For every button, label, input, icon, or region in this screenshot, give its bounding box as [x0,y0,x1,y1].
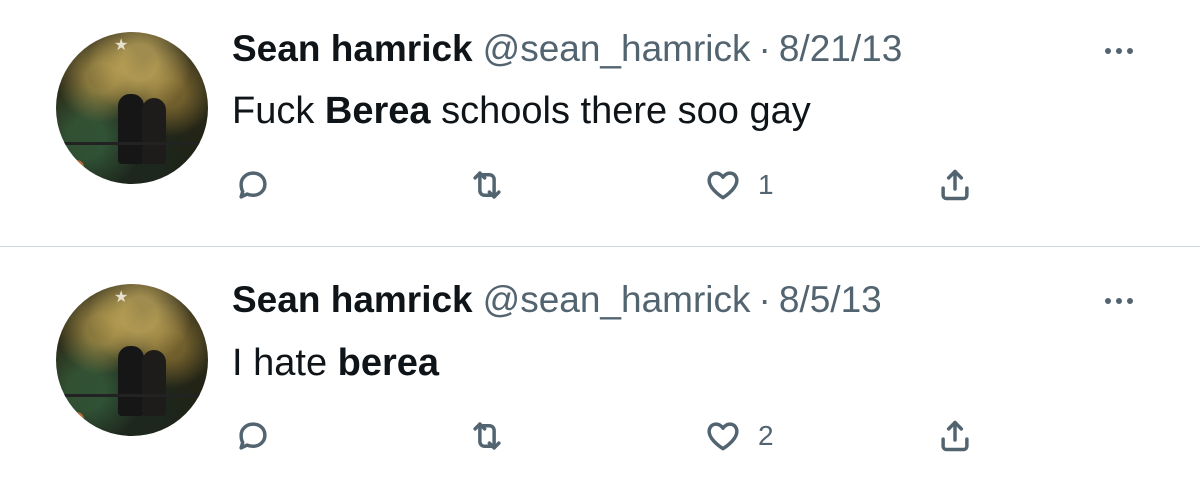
author-name[interactable]: Sean hamrick [232,279,473,321]
retweet-icon [473,422,501,450]
tweet[interactable]: ★ Sean hamrick @sean_hamrick · 8/5/13 I … [0,0,1200,452]
avatar-person [142,350,166,416]
like-button[interactable]: 2 [704,411,774,461]
author-handle[interactable]: @sean_hamrick [483,279,751,321]
separator-dot: · [758,279,771,320]
tweet-text-part: I hate [232,342,338,384]
retweet-button[interactable] [468,411,506,461]
more-icon[interactable] [1096,286,1142,316]
tweet-text-highlight: berea [337,342,440,384]
tweet-date[interactable]: 8/5/13 [779,279,882,321]
reply-icon [239,422,267,450]
avatar-person [118,346,144,416]
tweet-divider [0,246,1200,247]
reply-button[interactable] [234,411,272,461]
tweet-header: Sean hamrick @sean_hamrick · 8/5/13 [232,279,882,323]
heart-icon [707,422,739,451]
tweet-actions: 2 [0,411,1200,461]
tweet-text: I hate berea [232,342,439,385]
avatar-fence [56,394,208,397]
share-button[interactable] [936,411,974,461]
like-count: 2 [758,420,774,451]
tweet-feed: ★ Sean hamrick @sean_hamrick · 8/21/13 F… [0,0,1200,478]
star-decoration: ★ [114,289,129,306]
share-icon [941,420,969,452]
